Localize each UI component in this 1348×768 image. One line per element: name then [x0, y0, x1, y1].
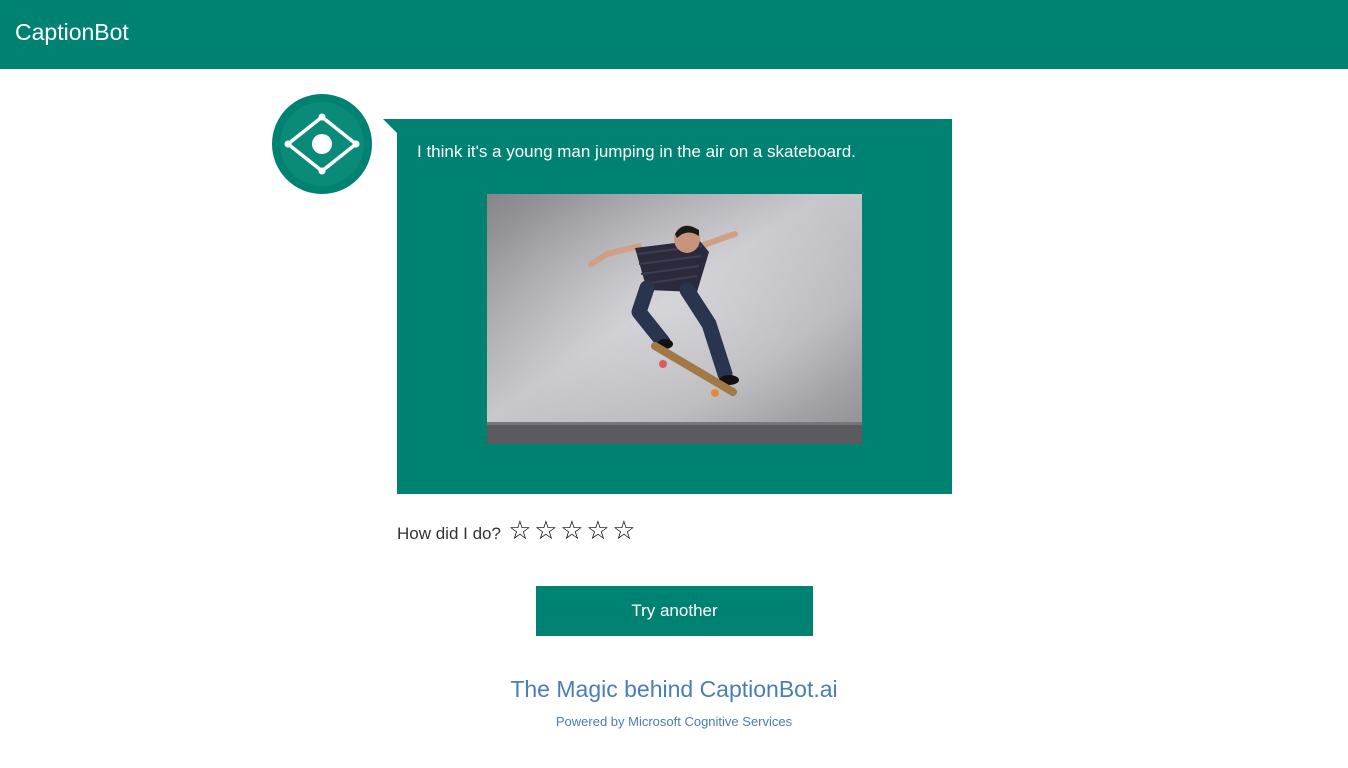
captionbot-avatar: [272, 94, 372, 194]
eye-diamond-icon: [280, 102, 364, 186]
caption-text: I think it's a young man jumping in the …: [417, 142, 856, 161]
star-2-icon[interactable]: ☆: [533, 516, 559, 546]
speech-bubble-tail: [383, 119, 397, 133]
caption-bubble: I think it's a young man jumping in the …: [397, 119, 952, 494]
powered-by-text: Powered by Microsoft Cognitive Services: [555, 714, 793, 729]
uploaded-photo: [487, 194, 862, 444]
magic-behind-link[interactable]: The Magic behind CaptionBot.ai: [0, 674, 1348, 704]
star-5-icon[interactable]: ☆: [611, 516, 637, 546]
app-title[interactable]: CaptionBot: [15, 17, 129, 47]
top-bar: CaptionBot: [0, 0, 1348, 69]
star-3-icon[interactable]: ☆: [559, 516, 585, 546]
star-rating: ☆ ☆ ☆ ☆ ☆: [507, 516, 637, 546]
star-1-icon[interactable]: ☆: [507, 516, 533, 546]
rating-row: How did I do? ☆ ☆ ☆ ☆ ☆: [397, 514, 637, 548]
try-another-button[interactable]: Try another: [536, 586, 813, 636]
rating-prompt: How did I do?: [397, 524, 501, 543]
star-4-icon[interactable]: ☆: [585, 516, 611, 546]
